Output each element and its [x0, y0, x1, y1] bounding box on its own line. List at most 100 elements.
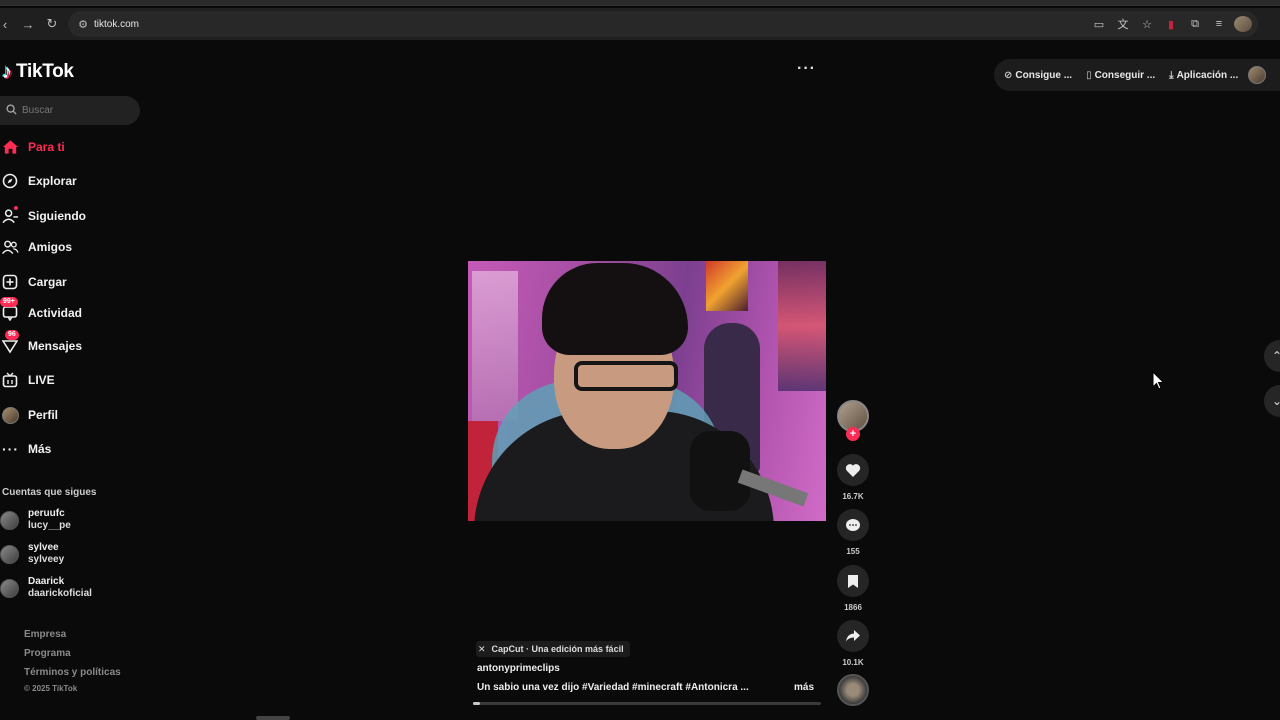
following-account[interactable]: peruufc lucy__pe — [0, 506, 71, 534]
like-count: 16.7K — [842, 492, 864, 501]
logo-text: TikTok — [16, 61, 74, 82]
capcut-tag[interactable]: ✕ CapCut · Una edición más fácil — [476, 641, 630, 657]
upload-plus-icon — [0, 274, 22, 290]
chevron-down-icon: ⌄ — [1272, 394, 1280, 408]
capcut-label: CapCut · Una edición más fácil — [491, 644, 624, 654]
browser-tabstrip — [0, 0, 1280, 6]
tiktok-note-icon: ♪ — [2, 60, 12, 83]
sidebar-item-para-ti[interactable]: Para ti — [0, 136, 130, 158]
extension-icon[interactable]: ▮ — [1162, 18, 1180, 31]
capcut-icon: ✕ — [478, 643, 486, 654]
sidebar-item-label: Para ti — [28, 140, 65, 154]
top-right-actions: ⊘ Consigue ... ▯ Conseguir ... ⤓ Aplicac… — [994, 59, 1280, 91]
back-icon[interactable]: ‹ — [0, 17, 10, 32]
sidebar-item-perfil[interactable]: Perfil — [0, 404, 130, 426]
reload-icon[interactable]: ↻ — [40, 16, 64, 32]
bookmark-star-icon[interactable]: ☆ — [1138, 18, 1156, 31]
following-account[interactable]: Daarick daarickoficial — [0, 574, 92, 602]
sidebar-item-label: Mensajes — [28, 339, 83, 353]
previous-video-button[interactable]: ⌃ — [1264, 340, 1280, 372]
reading-list-icon[interactable]: ≡ — [1210, 18, 1228, 30]
mouse-cursor-icon — [1152, 370, 1165, 395]
sidebar-item-cargar[interactable]: Cargar — [0, 271, 130, 293]
share-icon — [846, 630, 860, 642]
following-account[interactable]: sylvee sylveey — [0, 540, 64, 568]
sidebar-item-mas[interactable]: ··· Más — [0, 438, 130, 460]
install-app-icon[interactable]: ▭ — [1090, 18, 1108, 31]
sidebar-item-siguiendo[interactable]: Siguiendo — [0, 205, 130, 227]
sidebar-item-label: Siguiendo — [28, 209, 86, 223]
follow-plus-button[interactable]: + — [846, 427, 860, 441]
notification-dot — [14, 206, 18, 210]
sidebar-item-label: Más — [28, 442, 52, 456]
forward-icon[interactable]: → — [16, 17, 40, 32]
search-input[interactable] — [22, 105, 122, 116]
video-progress-fill — [473, 702, 480, 705]
friends-icon — [0, 239, 22, 255]
download-app-button[interactable]: ⤓ Aplicación ... — [1169, 70, 1238, 81]
music-disc-avatar[interactable] — [837, 674, 869, 706]
video-author[interactable]: antonyprimeclips — [477, 663, 560, 674]
horizontal-scrollbar[interactable] — [256, 716, 290, 720]
get-app-button[interactable]: ▯ Conseguir ... — [1086, 70, 1155, 81]
account-avatar — [0, 578, 19, 598]
activity-badge: 99+ — [0, 297, 18, 307]
account-name: sylvee — [28, 542, 59, 553]
sidebar-item-label: Explorar — [28, 174, 77, 188]
more-icon: ··· — [2, 441, 19, 457]
translate-icon[interactable]: 文 — [1114, 16, 1132, 32]
video-scene — [472, 271, 518, 421]
video-progress-bar[interactable] — [473, 702, 821, 705]
sidebar-item-label: Cargar — [28, 275, 67, 289]
browser-profile-avatar[interactable] — [1234, 16, 1252, 32]
account-avatar — [0, 544, 19, 564]
browser-toolbar: ‹ → ↻ ⚙ tiktok.com ▭ 文 ☆ ▮ ⧉ ≡ — [0, 8, 1280, 40]
profile-avatar — [0, 406, 22, 424]
live-icon — [0, 372, 22, 388]
site-settings-icon[interactable]: ⚙ — [72, 18, 94, 31]
video-player[interactable] — [468, 261, 826, 521]
footer-link-programa[interactable]: Programa — [24, 648, 71, 659]
messages-icon: 96 — [0, 330, 22, 354]
sidebar-item-explorar[interactable]: Explorar — [0, 170, 130, 192]
more-options-button[interactable]: ··· — [797, 60, 816, 78]
messages-badge: 96 — [5, 330, 19, 340]
sidebar-item-mensajes[interactable]: 96 Mensajes — [0, 330, 130, 357]
url-text[interactable]: tiktok.com — [94, 19, 139, 30]
like-button[interactable] — [837, 454, 869, 486]
extensions-puzzle-icon[interactable]: ⧉ — [1186, 18, 1204, 31]
next-video-button[interactable]: ⌄ — [1264, 385, 1280, 417]
video-description: Un sabio una vez dijo #Variedad #minecra… — [477, 682, 749, 693]
tiktok-logo[interactable]: ♪ TikTok — [2, 58, 74, 86]
copyright: © 2025 TikTok — [24, 684, 78, 693]
chevron-up-icon: ⌃ — [1272, 349, 1280, 363]
search-icon[interactable] — [0, 103, 22, 118]
heart-icon — [845, 463, 861, 477]
save-button[interactable] — [837, 565, 869, 597]
comment-count: 155 — [846, 547, 860, 556]
account-avatar — [0, 510, 19, 530]
sidebar-item-live[interactable]: LIVE — [0, 369, 130, 391]
account-name: Daarick — [28, 576, 65, 587]
sidebar-item-label: LIVE — [28, 373, 55, 387]
get-coins-button[interactable]: ⊘ Consigue ... — [1004, 70, 1072, 81]
share-count: 10.1K — [842, 658, 864, 667]
bookmark-icon — [848, 574, 858, 588]
following-heading: Cuentas que sigues — [2, 487, 97, 498]
search-box[interactable] — [0, 96, 140, 125]
sidebar-item-actividad[interactable]: 99+ Actividad — [0, 297, 130, 324]
compass-icon — [0, 173, 22, 189]
address-bar[interactable]: ⚙ tiktok.com ▭ 文 ☆ ▮ ⧉ ≡ — [68, 11, 1258, 37]
footer-link-empresa[interactable]: Empresa — [24, 629, 66, 640]
description-more-button[interactable]: más — [794, 682, 814, 693]
account-handle: sylveey — [28, 554, 65, 565]
sidebar-item-label: Actividad — [28, 306, 83, 320]
share-button[interactable] — [837, 620, 869, 652]
sidebar-item-amigos[interactable]: Amigos — [0, 236, 130, 258]
phone-icon: ▯ — [1086, 69, 1092, 81]
download-icon: ⤓ — [1169, 69, 1174, 81]
footer-link-terminos[interactable]: Términos y políticas — [24, 667, 121, 678]
comment-button[interactable] — [837, 509, 869, 541]
user-avatar[interactable] — [1248, 66, 1267, 84]
coin-icon: ⊘ — [1004, 69, 1013, 81]
